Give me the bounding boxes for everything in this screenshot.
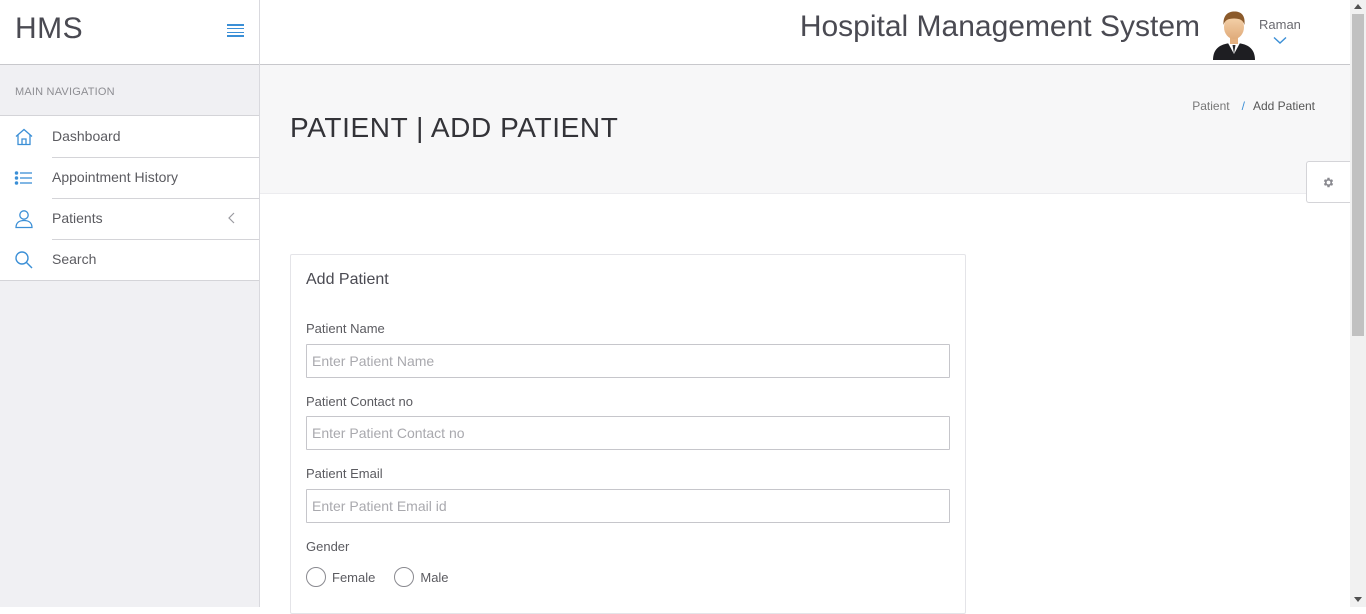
patient-email-label: Patient Email <box>306 466 383 481</box>
scrollbar-thumb[interactable] <box>1352 14 1364 336</box>
scroll-up-arrow-icon[interactable] <box>1354 4 1362 9</box>
main-navigation: Dashboard Appointment History Patients S… <box>0 115 259 281</box>
home-icon <box>15 128 33 146</box>
search-icon <box>15 251 33 269</box>
breadcrumb: Patient / Add Patient <box>1192 99 1315 113</box>
gender-male-radio[interactable] <box>394 567 415 587</box>
breadcrumb-current: Add Patient <box>1252 99 1315 113</box>
breadcrumb-separator: / <box>1241 99 1245 113</box>
sidebar-item-label: Appointment History <box>52 169 179 185</box>
gender-male-label[interactable]: Male <box>420 570 448 585</box>
patient-name-input[interactable] <box>306 344 950 378</box>
page-header: PATIENT | ADD PATIENT Patient / Add Patien… <box>260 65 1350 194</box>
gender-female-label[interactable]: Female <box>332 570 375 585</box>
menu-toggle-icon[interactable] <box>227 24 244 38</box>
gender-female-radio[interactable] <box>306 567 326 587</box>
user-icon <box>15 210 33 229</box>
top-header: Hospital Management System Raman <box>260 0 1350 65</box>
patient-email-input[interactable] <box>306 489 950 523</box>
list-icon <box>14 171 32 185</box>
user-name[interactable]: Raman <box>1259 17 1301 32</box>
chevron-left-icon[interactable] <box>226 211 236 225</box>
sidebar-item-label: Patients <box>52 210 103 226</box>
sidebar-item-label: Search <box>52 251 97 267</box>
sidebar-item-patients[interactable]: Patients <box>0 198 259 239</box>
gender-label: Gender <box>306 539 350 554</box>
sidebar-item-dashboard[interactable]: Dashboard <box>0 116 259 157</box>
sidebar-item-search[interactable]: Search <box>0 239 259 280</box>
avatar[interactable] <box>1213 10 1255 60</box>
page-title: PATIENT | ADD PATIENT <box>290 112 619 143</box>
brand-bar: HMS <box>0 0 259 65</box>
gender-radio-group: Female Male <box>306 567 468 587</box>
sidebar-item-label: Dashboard <box>52 128 121 144</box>
sidebar-item-appointment-history[interactable]: Appointment History <box>0 157 259 198</box>
patient-contact-label: Patient Contact no <box>306 394 413 409</box>
gear-icon <box>1323 177 1334 188</box>
add-patient-form: Add Patient Patient Name Patient Contact… <box>290 254 966 614</box>
settings-toggle-button[interactable] <box>1306 161 1350 203</box>
app-title: Hospital Management System <box>799 10 1200 43</box>
form-title: Add Patient <box>306 271 389 288</box>
sidebar: HMS MAIN NAVIGATION Dashboard Appointmen… <box>0 0 260 607</box>
chevron-down-icon[interactable] <box>1272 36 1288 45</box>
patient-name-label: Patient Name <box>306 321 385 336</box>
breadcrumb-link-patient[interactable]: Patient <box>1192 99 1229 113</box>
page-scrollbar[interactable] <box>1350 0 1366 607</box>
scroll-down-arrow-icon[interactable] <box>1354 597 1362 602</box>
patient-contact-input[interactable] <box>306 416 950 450</box>
nav-heading: MAIN NAVIGATION <box>15 86 115 98</box>
brand-logo-text[interactable]: HMS <box>15 12 83 46</box>
